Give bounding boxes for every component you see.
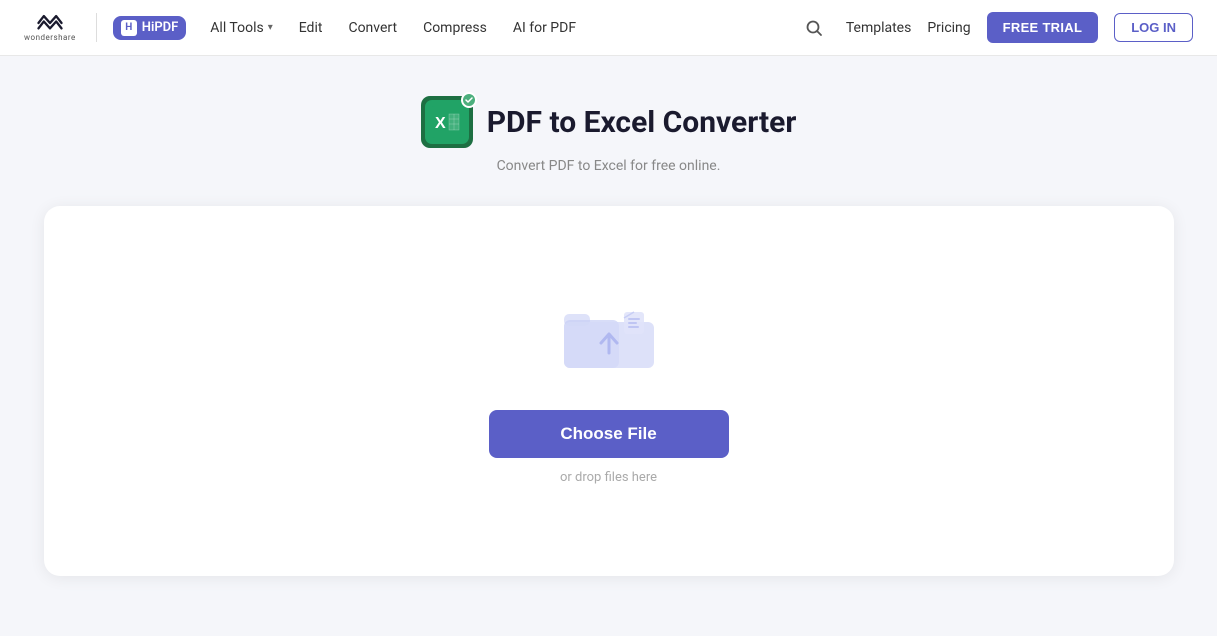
wondershare-logo: wondershare [24,13,76,42]
main-content: X PDF to Excel Converter Convert PDF to … [0,56,1217,636]
nav-edit[interactable]: Edit [287,14,335,42]
wondershare-text: wondershare [24,33,76,42]
main-header: wondershare H HiPDF All Tools ▾ Edit Con… [0,0,1217,56]
excel-svg: X [431,106,463,138]
login-button[interactable]: LOG IN [1114,13,1193,42]
drop-zone-card[interactable]: Choose File or drop files here [44,206,1174,576]
nav-compress[interactable]: Compress [411,14,499,42]
hipdf-badge[interactable]: H HiPDF [113,16,187,40]
nav-ai-for-pdf[interactable]: AI for PDF [501,14,588,42]
excel-badge-icon [465,96,473,104]
hipdf-icon: H [121,20,137,36]
main-nav: All Tools ▾ Edit Convert Compress AI for… [198,14,588,42]
page-title: PDF to Excel Converter [487,105,797,140]
wondershare-icon [36,13,64,33]
header-left: wondershare H HiPDF All Tools ▾ Edit Con… [24,13,588,42]
free-trial-button[interactable]: FREE TRIAL [987,12,1099,43]
page-subtitle: Convert PDF to Excel for free online. [497,158,721,174]
chevron-down-icon: ▾ [268,22,273,33]
logo-area: wondershare [24,13,97,42]
page-header: X PDF to Excel Converter [421,96,797,148]
excel-badge [461,92,477,108]
drop-hint-text: or drop files here [560,470,657,485]
nav-convert[interactable]: Convert [336,14,409,42]
svg-text:X: X [435,115,446,132]
search-icon [805,19,823,37]
folder-icon [559,298,659,378]
search-button[interactable] [798,12,830,44]
templates-link[interactable]: Templates [846,20,912,36]
hipdf-label: HiPDF [142,20,179,35]
folder-icon-area [559,298,659,382]
excel-icon: X [421,96,473,148]
header-right: Templates Pricing FREE TRIAL LOG IN [798,12,1193,44]
choose-file-button[interactable]: Choose File [489,410,729,458]
nav-all-tools[interactable]: All Tools ▾ [198,14,284,42]
pricing-link[interactable]: Pricing [927,20,970,36]
